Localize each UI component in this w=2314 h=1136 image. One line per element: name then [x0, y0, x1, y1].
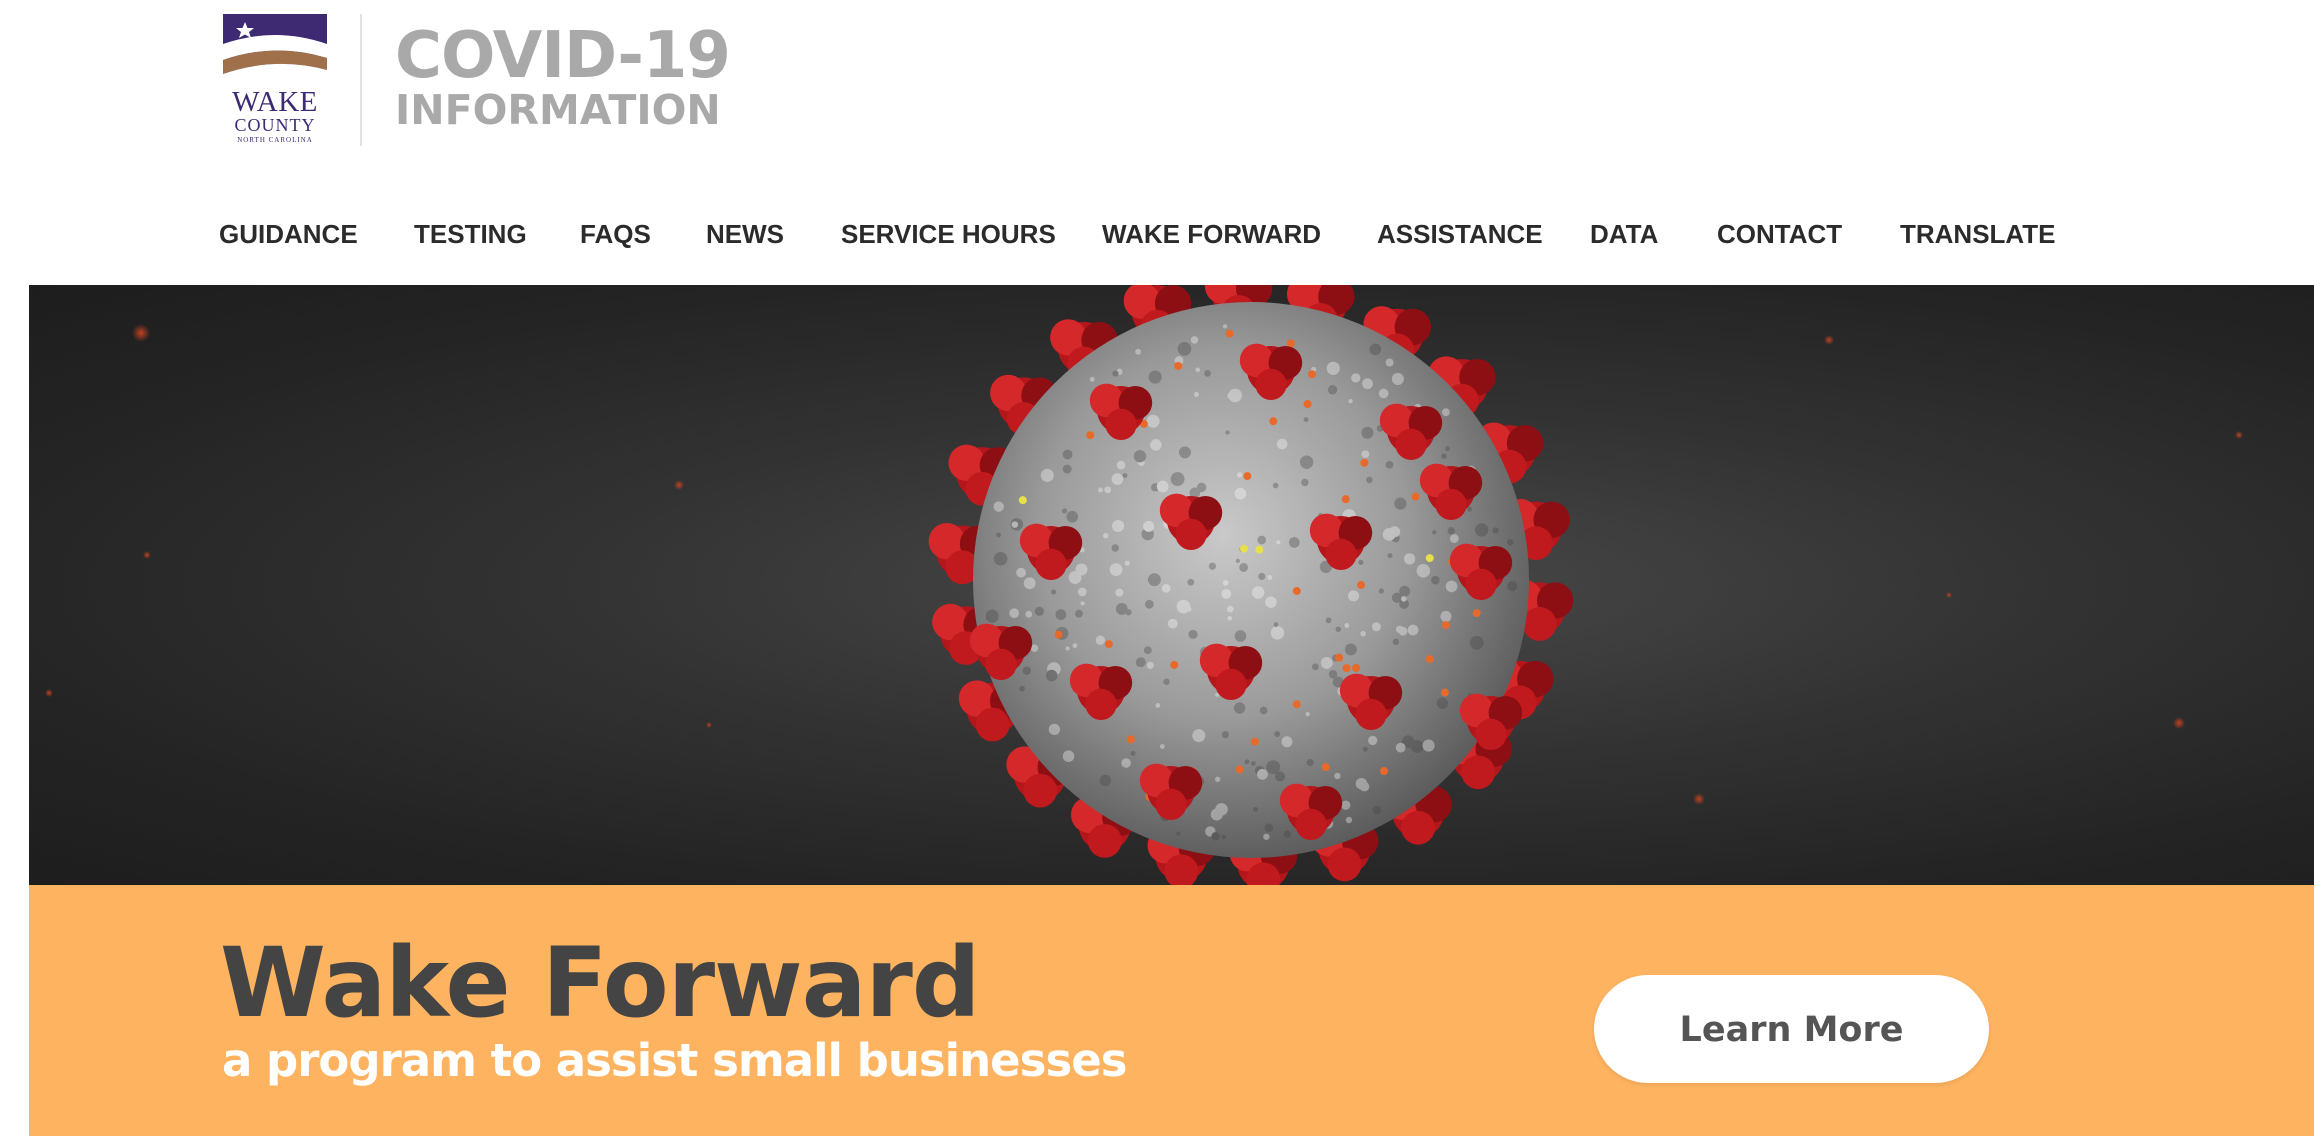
wake-county-seal-logo[interactable]: WAKE COUNTY NORTH CAROLINA	[223, 14, 327, 146]
nav-item-testing[interactable]: TESTING	[414, 214, 527, 254]
nav-item-wake-forward[interactable]: WAKE FORWARD	[1102, 214, 1321, 254]
logo-title-line2: INFORMATION	[395, 86, 721, 134]
logo-divider	[360, 14, 362, 146]
nav-item-assistance[interactable]: ASSISTANCE	[1377, 214, 1543, 254]
nav-item-data[interactable]: DATA	[1590, 214, 1658, 254]
covid-info-logo-title[interactable]: COVID-19 INFORMATION	[395, 19, 731, 134]
learn-more-button[interactable]: Learn More	[1594, 975, 1989, 1083]
banner-subtitle: a program to assist small businesses	[222, 1034, 1128, 1087]
hero-image	[29, 285, 2314, 885]
main-nav: GUIDANCE TESTING FAQS NEWS SERVICE HOURS…	[0, 214, 2314, 254]
nav-item-translate[interactable]: TRANSLATE	[1900, 214, 2056, 254]
seal-emblem-icon	[223, 14, 327, 84]
banner-title: Wake Forward	[220, 927, 981, 1039]
seal-wake-text: WAKE	[232, 86, 318, 118]
wake-forward-banner: Wake Forward a program to assist small b…	[29, 885, 2314, 1136]
nav-item-contact[interactable]: CONTACT	[1717, 214, 1842, 254]
nav-item-service-hours[interactable]: SERVICE HOURS	[841, 214, 1056, 254]
seal-state-text: NORTH CAROLINA	[237, 136, 313, 144]
nav-item-guidance[interactable]: GUIDANCE	[219, 214, 358, 254]
nav-item-faqs[interactable]: FAQS	[580, 214, 651, 254]
seal-county-text: COUNTY	[234, 115, 316, 135]
logo-title-line1: COVID-19	[395, 19, 731, 93]
nav-item-news[interactable]: NEWS	[706, 214, 784, 254]
site-header: WAKE COUNTY NORTH CAROLINA COVID-19 INFO…	[0, 0, 2314, 285]
coronavirus-illustration-icon	[45, 285, 2243, 885]
